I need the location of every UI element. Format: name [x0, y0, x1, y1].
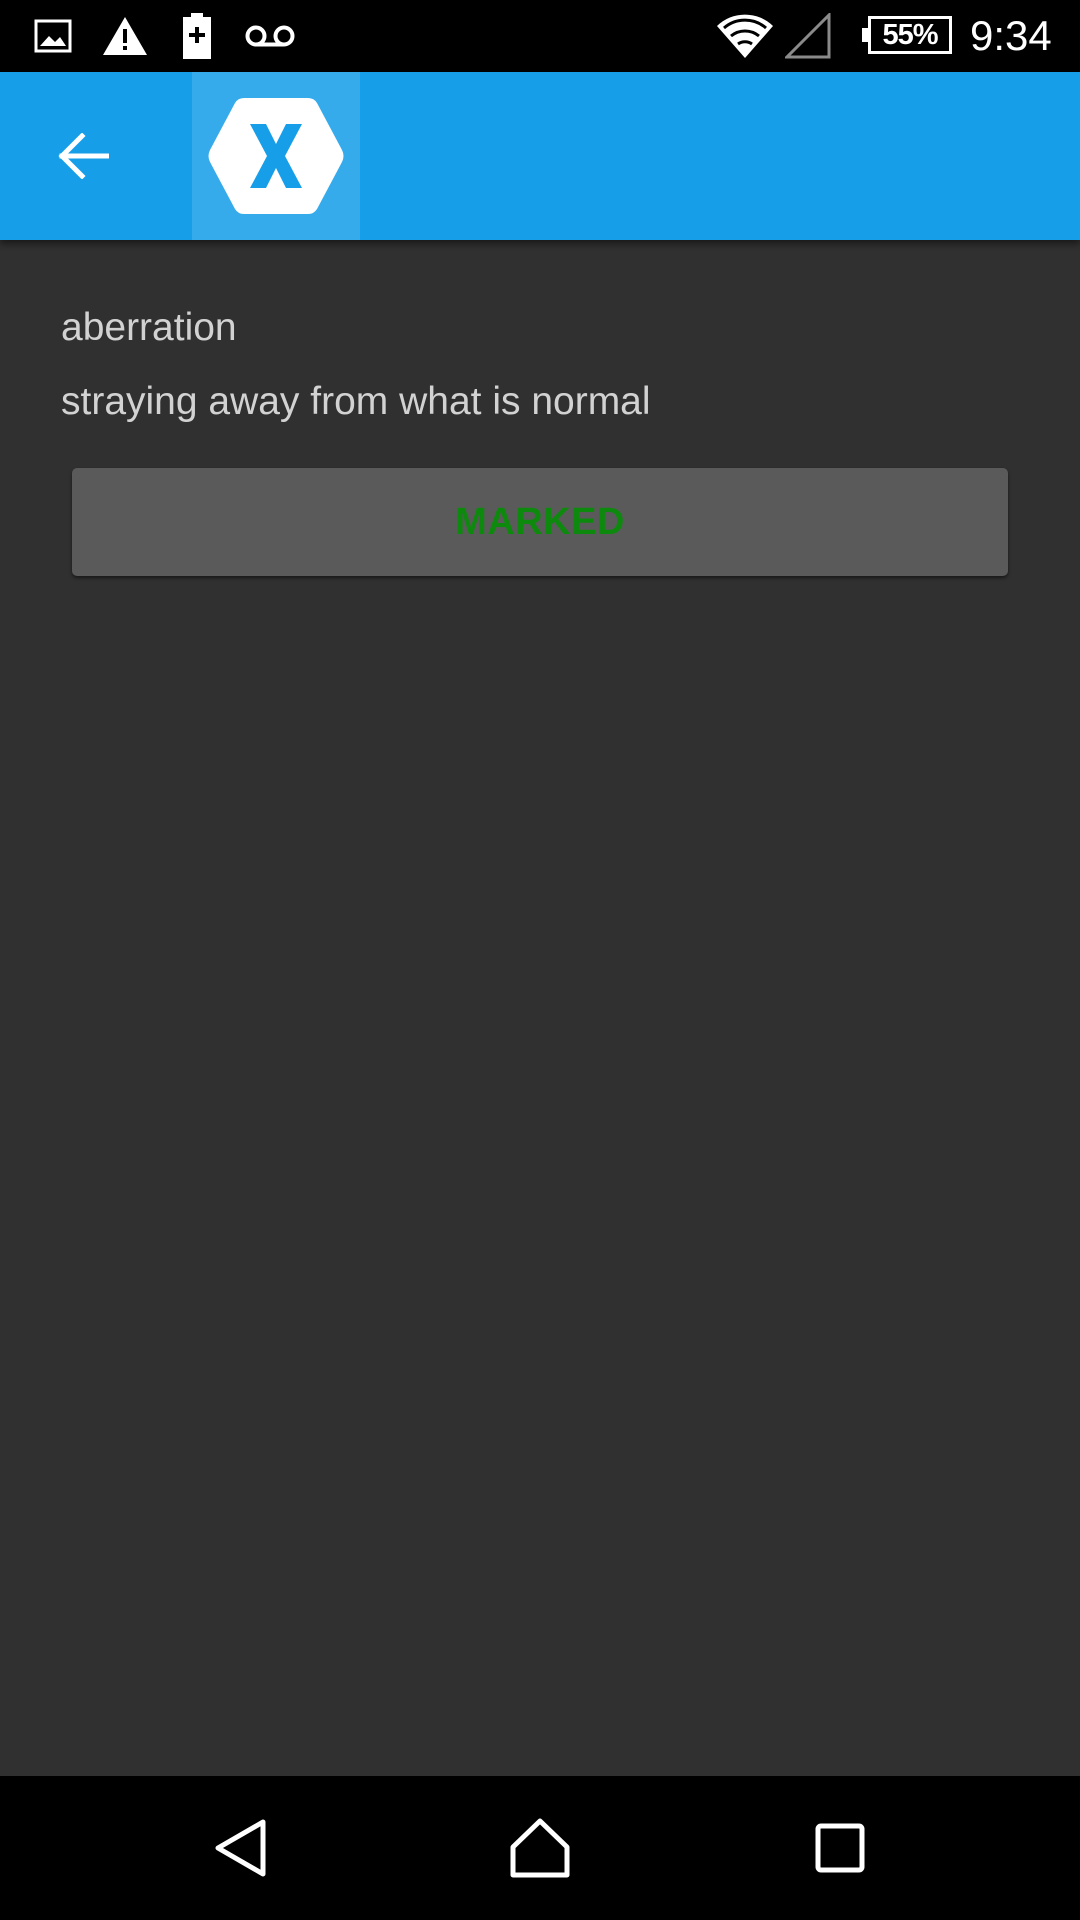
- screen: 55% 9:34 aberration straying away from w…: [0, 0, 1080, 1920]
- app-bar: [0, 72, 1080, 240]
- nav-back-button[interactable]: [190, 1798, 290, 1898]
- back-button[interactable]: [28, 104, 138, 208]
- nav-recents-button[interactable]: [790, 1798, 890, 1898]
- image-icon: [32, 0, 74, 72]
- arrow-left-icon: [58, 133, 109, 179]
- nav-home-button[interactable]: [490, 1798, 590, 1898]
- recents-icon: [815, 1823, 865, 1873]
- home-icon: [510, 1818, 570, 1878]
- clock: 9:34: [970, 12, 1052, 59]
- content-area: aberration straying away from what is no…: [0, 240, 1080, 1776]
- navigation-bar: [0, 1776, 1080, 1920]
- entry-definition: straying away from what is normal: [61, 380, 651, 423]
- back-triangle-icon: [215, 1819, 266, 1877]
- entry-word: aberration: [61, 306, 237, 349]
- warning-icon: [100, 0, 150, 72]
- wifi-icon: [714, 0, 776, 72]
- battery-indicator: 55%: [862, 16, 952, 54]
- app-icon-button[interactable]: [192, 72, 360, 240]
- marked-button[interactable]: MARKED: [72, 468, 1008, 576]
- status-bar: 55% 9:34: [0, 0, 1080, 72]
- xamarin-logo-icon: [208, 98, 344, 214]
- cell-signal-icon: [784, 0, 832, 72]
- battery-saver-icon: [180, 0, 214, 72]
- voicemail-icon: [244, 0, 296, 72]
